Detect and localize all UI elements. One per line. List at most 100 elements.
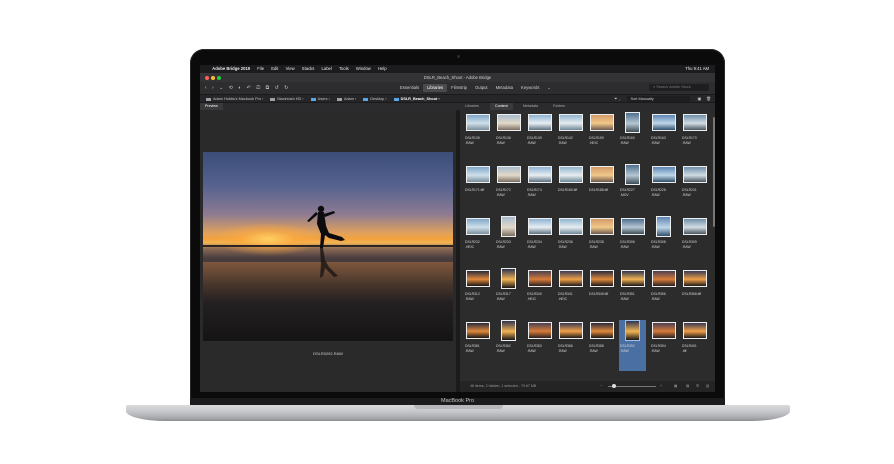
thumbnail-size-slider-knob[interactable] bbox=[612, 384, 616, 388]
zoom-out-icon[interactable]: − bbox=[600, 381, 602, 392]
close-window-button[interactable] bbox=[205, 76, 209, 80]
thumbnail-item[interactable]: DSLR228 .RAW bbox=[650, 164, 677, 215]
thumbnail-item[interactable]: DSLR382 .RAW bbox=[495, 320, 522, 371]
thumbnail-image[interactable] bbox=[466, 166, 489, 182]
thumbnail-image[interactable] bbox=[657, 216, 670, 236]
thumbnail-item[interactable]: DSLR171.tiff bbox=[464, 164, 491, 215]
filter-icon[interactable]: ⏷ ⌄ bbox=[614, 97, 620, 101]
thumbnail-item[interactable]: DSLR234 .RAW bbox=[526, 216, 553, 267]
thumbnail-image[interactable] bbox=[590, 270, 613, 286]
thumbnail-image[interactable] bbox=[590, 322, 613, 338]
thumbnail-image[interactable] bbox=[559, 166, 582, 182]
zoom-window-button[interactable] bbox=[217, 76, 221, 80]
thumbnail-item[interactable]: DSLR232 .HEIC bbox=[464, 216, 491, 267]
thumbnail-item[interactable]: DSLR188.tiff bbox=[588, 164, 615, 215]
thumbnail-item[interactable]: DSLR394 .RAW bbox=[650, 320, 677, 371]
thumbnail-item[interactable]: DSLR227 .MOV bbox=[619, 164, 646, 215]
thumbnail-item[interactable]: DSLR135 .RAW bbox=[464, 112, 491, 163]
thumbnail-image[interactable] bbox=[590, 218, 613, 234]
menu-edit[interactable]: Edit bbox=[271, 65, 278, 73]
thumbnail-item[interactable]: DSLR368.tiff bbox=[681, 268, 708, 319]
thumbnail-image[interactable] bbox=[683, 322, 706, 338]
thumbnail-image[interactable] bbox=[528, 218, 551, 234]
thumbnail-item[interactable]: DSLR340 .HEIC bbox=[526, 268, 553, 319]
thumbnail-image[interactable] bbox=[502, 320, 515, 340]
thumbnail-item[interactable]: DSLR309 .RAW bbox=[681, 216, 708, 267]
trash-icon[interactable]: 🗑 bbox=[706, 97, 711, 101]
menubar-clock[interactable]: Thu 9:41 AM bbox=[685, 65, 709, 73]
thumbnail-image[interactable] bbox=[466, 218, 489, 234]
thumbnail-image[interactable] bbox=[559, 270, 582, 286]
thumbnail-image[interactable] bbox=[466, 322, 489, 338]
thumbnail-item[interactable]: DSLR136 .RAW bbox=[495, 112, 522, 163]
thumbnail-item[interactable]: DSLR308 .RAW bbox=[650, 216, 677, 267]
thumbnail-item[interactable]: DSLR312 .RAW bbox=[464, 268, 491, 319]
thumbnail-image[interactable] bbox=[626, 112, 639, 132]
thumbnail-item[interactable]: DSLR159 .HEIC bbox=[588, 112, 615, 163]
thumbnail-item[interactable]: DSLR383 .RAW bbox=[526, 320, 553, 371]
thumbnail-image[interactable] bbox=[683, 114, 706, 130]
workspace-filmstrip[interactable]: Filmstrip bbox=[447, 84, 471, 92]
new-folder-icon[interactable]: ▣ bbox=[698, 97, 702, 101]
view-list-icon[interactable]: ☰ bbox=[696, 381, 699, 392]
menu-app-name[interactable]: Adobe Bridge 2019 bbox=[212, 65, 250, 73]
minimize-window-button[interactable] bbox=[211, 76, 215, 80]
tab-content[interactable]: Content bbox=[490, 103, 513, 110]
thumbnail-image[interactable] bbox=[466, 270, 489, 286]
workspace-essentials[interactable]: Essentials bbox=[396, 84, 423, 92]
thumbnail-image[interactable] bbox=[559, 322, 582, 338]
thumbnail-image[interactable] bbox=[590, 114, 613, 130]
thumbnail-image[interactable] bbox=[683, 218, 706, 234]
thumbnail-image[interactable] bbox=[528, 270, 551, 286]
tab-metadata[interactable]: Metadata bbox=[518, 103, 543, 110]
thumbnail-image[interactable] bbox=[466, 114, 489, 130]
tab-preview[interactable]: Preview bbox=[200, 103, 223, 110]
thumbnail-image[interactable] bbox=[497, 166, 520, 182]
thumbnail-item[interactable]: DSLR180.tiff bbox=[557, 164, 584, 215]
thumbnail-item-selected[interactable]: DSLR392 .RAW bbox=[619, 320, 646, 371]
menu-file[interactable]: File bbox=[257, 65, 264, 73]
workspace-keywords[interactable]: Keywords bbox=[517, 84, 543, 92]
thumbnail-image[interactable] bbox=[528, 322, 551, 338]
thumbnail-item[interactable]: DSLR174 .RAW bbox=[526, 164, 553, 215]
tab-libraries[interactable]: Libraries bbox=[460, 103, 484, 110]
workspace-output[interactable]: Output bbox=[471, 84, 492, 92]
thumbnail-item[interactable]: DSLR238 .RAW bbox=[588, 216, 615, 267]
thumbnail-item[interactable]: DSLR388 .RAW bbox=[588, 320, 615, 371]
thumbnail-item[interactable]: DSLR142 .RAW bbox=[557, 112, 584, 163]
thumbnail-item[interactable]: DSLR401 .tiff bbox=[681, 320, 708, 371]
search-input[interactable]: ⌕ Search Adobe Stock bbox=[649, 84, 709, 91]
thumbnail-image[interactable] bbox=[626, 164, 639, 184]
menu-help[interactable]: Help bbox=[378, 65, 387, 73]
menu-stacks[interactable]: Stacks bbox=[302, 65, 315, 73]
view-grid-icon[interactable]: ▦ bbox=[674, 381, 677, 392]
workspace-more-icon[interactable]: ⌄ bbox=[543, 84, 555, 92]
zoom-in-icon[interactable]: + bbox=[660, 381, 662, 392]
thumbnail-item[interactable]: DSLR233 .RAW bbox=[495, 216, 522, 267]
thumbnail-image[interactable] bbox=[528, 166, 551, 182]
thumbnail-image[interactable] bbox=[652, 114, 675, 130]
thumbnail-item[interactable]: DSLR341 .HEIC bbox=[557, 268, 584, 319]
thumbnail-item[interactable]: DSLR345.tiff bbox=[588, 268, 615, 319]
thumbnail-item[interactable]: DSLR139 .RAW bbox=[526, 112, 553, 163]
thumbnail-item[interactable]: DSLR306 .RAW bbox=[619, 216, 646, 267]
thumbnail-item[interactable]: DSLR231 .RAW bbox=[681, 164, 708, 215]
thumbnail-image[interactable] bbox=[502, 268, 515, 288]
thumbnail-image[interactable] bbox=[652, 322, 675, 338]
toolbar-nav-icons[interactable]: ‹ › ⌄ ⟲ ◐ ↶ ⎚ ⧉ ↺ ↻ bbox=[205, 85, 290, 91]
thumbnail-item[interactable]: DSLR170 .RAW bbox=[681, 112, 708, 163]
thumbnail-image[interactable] bbox=[497, 114, 520, 130]
view-columns-icon[interactable]: ▥ bbox=[706, 381, 709, 392]
view-details-icon[interactable]: ▤ bbox=[686, 381, 689, 392]
content-scrollbar[interactable] bbox=[713, 117, 715, 227]
thumbnail-image[interactable] bbox=[590, 166, 613, 182]
workspace-metadata[interactable]: Metadata bbox=[492, 84, 517, 92]
thumbnail-image[interactable] bbox=[652, 270, 675, 286]
thumbnail-item[interactable]: DSLR356 .RAW bbox=[650, 268, 677, 319]
thumbnail-item[interactable]: DSLR163 .RAW bbox=[650, 112, 677, 163]
thumbnail-item[interactable]: DSLR386 .RAW bbox=[557, 320, 584, 371]
tab-folders[interactable]: Folders bbox=[548, 103, 570, 110]
thumbnail-item[interactable]: DSLR351 .RAW bbox=[619, 268, 646, 319]
menu-label[interactable]: Label bbox=[322, 65, 332, 73]
thumbnail-image[interactable] bbox=[621, 270, 644, 286]
